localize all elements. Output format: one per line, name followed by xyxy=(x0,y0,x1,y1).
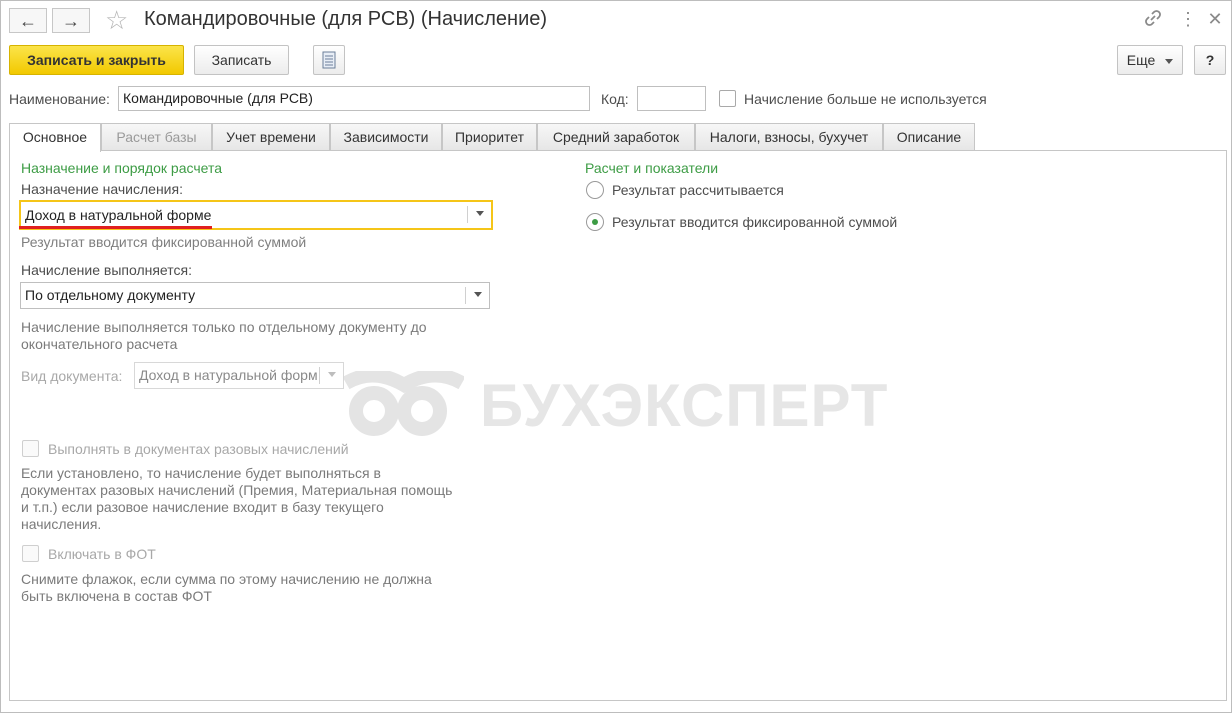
fot-hint: Снимите флажок, если сумма по этому начи… xyxy=(21,571,432,605)
more-menu-icon[interactable]: ⋮ xyxy=(1177,9,1199,30)
section-title-purpose: Назначение и порядок расчета xyxy=(21,160,223,176)
watermark: БУХЭКСПЕРТ xyxy=(344,371,904,441)
radio-fixed[interactable] xyxy=(586,213,604,231)
execution-hint-line: окончательного расчета xyxy=(21,336,178,352)
fot-hint-line: быть включена в состав ФОТ xyxy=(21,588,212,604)
tab-time-tracking[interactable]: Учет времени xyxy=(212,123,330,150)
select-separator xyxy=(319,367,320,384)
forward-button[interactable]: → xyxy=(52,8,90,33)
select-separator xyxy=(465,287,466,304)
save-and-close-button[interactable]: Записать и закрыть xyxy=(9,45,184,75)
one-time-hint-line: и т.п.) если разовое начисление входит в… xyxy=(21,499,384,515)
one-time-hint-line: Если установлено, то начисление будет вы… xyxy=(21,465,381,481)
save-button[interactable]: Записать xyxy=(194,45,289,75)
execution-hint-line: Начисление выполняется только по отдельн… xyxy=(21,319,427,335)
tab-base-calc[interactable]: Расчет базы xyxy=(101,123,212,150)
code-input[interactable] xyxy=(637,86,706,111)
select-separator xyxy=(467,206,468,223)
not-used-label: Начисление больше не используется xyxy=(744,91,987,107)
close-icon[interactable]: ✕ xyxy=(1204,9,1226,30)
watermark-text: БУХЭКСПЕРТ xyxy=(480,372,889,439)
fot-checkbox xyxy=(22,545,39,562)
code-label: Код: xyxy=(601,91,629,107)
more-button-label: Еще xyxy=(1126,52,1156,68)
chevron-down-icon xyxy=(1165,58,1174,64)
not-used-checkbox[interactable] xyxy=(719,90,736,107)
fot-hint-line: Снимите флажок, если сумма по этому начи… xyxy=(21,571,432,587)
purpose-hint: Результат вводится фиксированной суммой xyxy=(21,234,307,250)
radio-selected-dot xyxy=(592,219,598,225)
doc-type-select: Доход в натуральной форм xyxy=(134,362,344,389)
execution-select[interactable]: По отдельному документу xyxy=(20,282,490,309)
purpose-label: Назначение начисления: xyxy=(21,181,183,197)
execution-select-value: По отдельному документу xyxy=(25,287,196,303)
back-button[interactable]: ← xyxy=(9,8,47,33)
name-label: Наименование: xyxy=(9,91,110,107)
section-title-calc: Расчет и показатели xyxy=(585,160,719,176)
watermark-logo-icon xyxy=(344,371,464,436)
purpose-select-value: Доход в натуральной форме xyxy=(25,207,212,223)
tab-main[interactable]: Основное xyxy=(9,123,101,152)
arrow-right-icon: → xyxy=(62,11,80,31)
execution-label: Начисление выполняется: xyxy=(21,262,192,278)
one-time-label: Выполнять в документах разовых начислени… xyxy=(48,441,349,457)
link-icon[interactable] xyxy=(1142,8,1164,33)
chain-link-icon xyxy=(1145,10,1161,26)
one-time-hint-line: начисления. xyxy=(21,516,102,532)
page-title: Командировочные (для РСВ) (Начисление) xyxy=(144,8,548,30)
name-input[interactable]: Командировочные (для РСВ) xyxy=(118,86,590,111)
doc-type-label: Вид документа: xyxy=(21,368,123,384)
fot-label: Включать в ФОТ xyxy=(48,546,156,562)
one-time-hint-line: документах разовых начислений (Премия, М… xyxy=(21,482,453,498)
radio-calculated-label: Результат рассчитывается xyxy=(612,182,784,198)
dropdown-arrow-icon[interactable] xyxy=(474,292,482,297)
more-button[interactable]: Еще xyxy=(1117,45,1183,75)
red-underline xyxy=(19,226,212,229)
one-time-checkbox xyxy=(22,440,39,457)
tab-priority[interactable]: Приоритет xyxy=(442,123,537,150)
help-button[interactable]: ? xyxy=(1194,45,1226,75)
window-frame: ← → ☆ Командировочные (для РСВ) (Начисле… xyxy=(0,0,1232,713)
tab-description[interactable]: Описание xyxy=(883,123,975,150)
dropdown-arrow-icon xyxy=(328,372,336,377)
favorite-star-icon[interactable]: ☆ xyxy=(105,5,128,36)
doc-type-select-value: Доход в натуральной форм xyxy=(139,367,318,383)
document-list-icon xyxy=(322,51,336,69)
dropdown-arrow-icon[interactable] xyxy=(476,211,484,216)
arrow-left-icon: ← xyxy=(19,11,37,31)
radio-fixed-label: Результат вводится фиксированной суммой xyxy=(612,214,898,230)
execution-hint: Начисление выполняется только по отдельн… xyxy=(21,319,427,353)
radio-calculated[interactable] xyxy=(586,181,604,199)
one-time-hint: Если установлено, то начисление будет вы… xyxy=(21,465,452,533)
tab-average-earnings[interactable]: Средний заработок xyxy=(537,123,695,150)
report-button[interactable] xyxy=(313,45,345,75)
tab-taxes[interactable]: Налоги, взносы, бухучет xyxy=(695,123,883,150)
tab-dependencies[interactable]: Зависимости xyxy=(330,123,442,150)
